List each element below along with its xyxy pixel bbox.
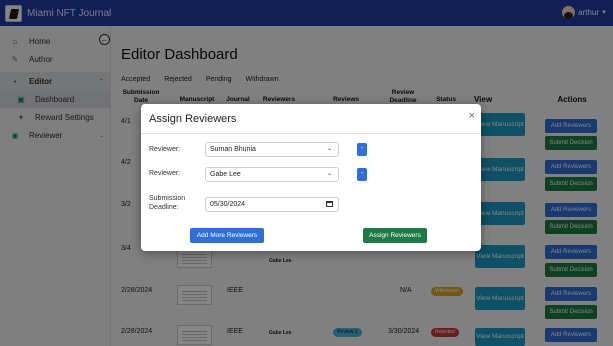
submission-deadline-label: Submission Deadline: — [149, 195, 186, 211]
chevron-down-icon: ⌄ — [326, 171, 332, 177]
reviewer-label: Reviewer: — [149, 146, 181, 153]
close-icon[interactable]: × — [469, 110, 475, 122]
add-more-reviewers-button[interactable]: Add More Reviewers — [190, 228, 264, 243]
reviewer-label: Reviewer: — [149, 170, 181, 177]
reviewer-select[interactable]: Gabe Lee ⌄ — [205, 167, 339, 182]
deadline-value: 05/30/2024 — [210, 201, 246, 208]
chevron-down-icon: ⌄ — [326, 146, 332, 152]
modal-divider — [141, 133, 481, 134]
reviewer-select-value: Suman Bhunia — [210, 146, 256, 153]
reviewer-select[interactable]: Suman Bhunia ⌄ — [205, 142, 339, 157]
remove-reviewer-button[interactable]: - — [357, 168, 367, 181]
reviewer-select-value: Gabe Lee — [210, 171, 241, 178]
calendar-icon[interactable] — [326, 201, 333, 207]
submission-deadline-input[interactable]: 05/30/2024 — [205, 197, 339, 212]
assign-reviewers-modal: Assign Reviewers × Reviewer: Suman Bhuni… — [141, 104, 481, 251]
assign-reviewers-button[interactable]: Assign Reviewers — [363, 228, 427, 243]
modal-title: Assign Reviewers — [149, 113, 237, 125]
remove-reviewer-button[interactable]: - — [357, 143, 367, 156]
